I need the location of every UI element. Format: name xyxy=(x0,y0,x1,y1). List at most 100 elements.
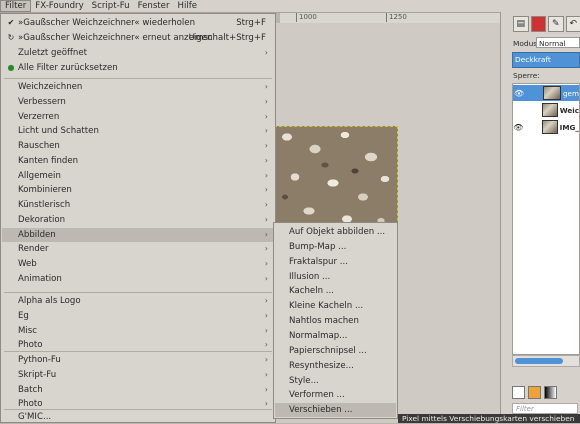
new-layer-icon[interactable] xyxy=(512,386,525,399)
chevron-right-icon: › xyxy=(265,272,268,286)
submenu-item-bump-map[interactable]: Bump-Map ... xyxy=(275,240,396,254)
menu-item-animation[interactable]: Animation› xyxy=(2,272,274,286)
chevron-right-icon: › xyxy=(265,80,268,94)
menu-item-künstlerisch[interactable]: Künstlerisch› xyxy=(2,198,274,212)
chevron-right-icon: › xyxy=(265,110,268,124)
submenu-item-style[interactable]: Style... xyxy=(275,374,396,388)
dock-icon-row xyxy=(512,386,557,399)
layer-thumbnail xyxy=(542,103,558,117)
submenu-item-resynthesize[interactable]: Resynthesize... xyxy=(275,359,396,373)
paths-tab-icon[interactable]: ✎ xyxy=(548,16,564,32)
submenu-item-kleine-kacheln[interactable]: Kleine Kacheln ... xyxy=(275,299,396,313)
chevron-right-icon: › xyxy=(265,368,268,382)
menu-item-verzerren[interactable]: Verzerren› xyxy=(2,110,274,124)
menu-item-rauschen[interactable]: Rauschen› xyxy=(2,139,274,153)
submenu-item-fraktalspur[interactable]: Fraktalspur ... xyxy=(275,255,396,269)
chevron-right-icon: › xyxy=(265,309,268,323)
chevron-right-icon: › xyxy=(265,257,268,271)
filter-menu: ✔ »Gaußscher Weichzeichner« wiederholen … xyxy=(0,13,276,423)
abbilden-submenu: Auf Objekt abbilden ...Bump-Map ...Frakt… xyxy=(273,222,398,419)
chevron-right-icon: › xyxy=(265,228,268,242)
menu-separator xyxy=(4,78,272,79)
menubar: Filter FX-Foundry Script-Fu Fenster Hilf… xyxy=(0,0,580,13)
chevron-right-icon: › xyxy=(265,124,268,138)
chevron-right-icon: › xyxy=(265,46,268,60)
chevron-right-icon: › xyxy=(265,139,268,153)
menu-item-batch[interactable]: Batch› xyxy=(2,383,274,397)
filter-input[interactable]: Filter xyxy=(512,403,578,414)
chevron-right-icon: › xyxy=(265,198,268,212)
submenu-item-kacheln[interactable]: Kacheln ... xyxy=(275,284,396,298)
layer-name: IMG_ xyxy=(560,123,579,132)
menu-item-skript-fu[interactable]: Skript-Fu› xyxy=(2,368,274,382)
layer-row[interactable]: 👁 gem xyxy=(513,85,579,101)
gradient-icon[interactable] xyxy=(544,386,557,399)
eye-icon[interactable]: 👁 xyxy=(513,89,525,98)
channels-tab-icon[interactable] xyxy=(531,16,547,32)
menu-item-misc[interactable]: Misc› xyxy=(2,324,274,338)
layer-row[interactable]: 👁 IMG_ xyxy=(513,119,579,135)
eye-icon[interactable]: 👁 xyxy=(513,123,524,132)
menu-item-kanten-finden[interactable]: Kanten finden› xyxy=(2,154,274,168)
layer-thumbnail xyxy=(543,86,561,100)
chevron-right-icon: › xyxy=(265,242,268,256)
submenu-item-auf-objekt-abbilden[interactable]: Auf Objekt abbilden ... xyxy=(275,225,396,239)
image-layer-preview[interactable] xyxy=(274,126,398,231)
scroll-thumb[interactable] xyxy=(515,358,563,364)
menu-script-fu[interactable]: Script-Fu xyxy=(88,0,134,12)
menu-item-alpha-als-logo[interactable]: Alpha als Logo› xyxy=(2,294,274,308)
layers-list[interactable]: 👁 gem Weic 👁 IMG_ xyxy=(512,83,580,355)
opacity-slider[interactable]: Deckkraft xyxy=(512,52,580,68)
menu-reshow-filter[interactable]: ↻ »Gaußscher Weichzeichner« erneut anzei… xyxy=(2,31,274,45)
layers-scrollbar[interactable] xyxy=(512,355,580,367)
menu-fx-foundry[interactable]: FX-Foundry xyxy=(31,0,87,12)
layer-name: gem xyxy=(563,89,579,98)
menu-item-render[interactable]: Render› xyxy=(2,242,274,256)
submenu-item-illusion[interactable]: Illusion ... xyxy=(275,270,396,284)
color-swatch-icon[interactable] xyxy=(528,386,541,399)
reshow-icon: ↻ xyxy=(6,31,16,45)
menu-repeat-filter[interactable]: ✔ »Gaußscher Weichzeichner« wiederholen … xyxy=(2,16,274,30)
menu-fenster[interactable]: Fenster xyxy=(134,0,174,12)
menu-separator xyxy=(4,292,272,293)
layer-name: Weic xyxy=(560,106,579,115)
chevron-right-icon: › xyxy=(265,183,268,197)
chevron-right-icon: › xyxy=(265,294,268,308)
reset-icon: ● xyxy=(6,61,16,75)
submenu-item-verschieben[interactable]: Verschieben ... xyxy=(275,403,396,417)
chevron-right-icon: › xyxy=(265,353,268,367)
ruler-tick: 1000 xyxy=(296,13,317,22)
lock-label: Sperre: xyxy=(513,71,540,80)
menu-item-kombinieren[interactable]: Kombinieren› xyxy=(2,183,274,197)
menu-item-verbessern[interactable]: Verbessern› xyxy=(2,95,274,109)
undo-tab-icon[interactable]: ↶ xyxy=(566,16,580,32)
chevron-right-icon: › xyxy=(265,95,268,109)
mode-select[interactable]: Normal xyxy=(536,37,580,48)
chevron-right-icon: › xyxy=(265,213,268,227)
menu-item-licht-und-schatten[interactable]: Licht und Schatten› xyxy=(2,124,274,138)
menu-item-web[interactable]: Web› xyxy=(2,257,274,271)
menu-hilfe[interactable]: Hilfe xyxy=(174,0,202,12)
menu-item-weichzeichnen[interactable]: Weichzeichnen› xyxy=(2,80,274,94)
menu-item-eg[interactable]: Eg› xyxy=(2,309,274,323)
menu-separator xyxy=(4,351,272,352)
chevron-right-icon: › xyxy=(265,324,268,338)
submenu-item-nahtlos-machen[interactable]: Nahtlos machen xyxy=(275,314,396,328)
layer-row[interactable]: Weic xyxy=(513,102,579,118)
menu-item-dekoration[interactable]: Dekoration› xyxy=(2,213,274,227)
dock-tabs: ▤ ✎ ↶ xyxy=(501,12,580,34)
menu-item-allgemein[interactable]: Allgemein› xyxy=(2,169,274,183)
chevron-right-icon: › xyxy=(265,383,268,397)
menu-item-python-fu[interactable]: Python-Fu› xyxy=(2,353,274,367)
layers-tab-icon[interactable]: ▤ xyxy=(513,16,529,32)
layer-thumbnail xyxy=(542,120,558,134)
menu-item-abbilden[interactable]: Abbilden› xyxy=(2,228,274,242)
submenu-item-verformen[interactable]: Verformen ... xyxy=(275,388,396,402)
menu-recent[interactable]: Zuletzt geöffnet › xyxy=(2,46,274,60)
ruler-tick: 1250 xyxy=(386,13,407,22)
submenu-item-papierschnipsel[interactable]: Papierschnipsel ... xyxy=(275,344,396,358)
menu-reset-filters[interactable]: ● Alle Filter zurücksetzen xyxy=(2,61,274,75)
menu-gmic[interactable]: G'MIC... xyxy=(2,410,274,424)
submenu-item-normalmap[interactable]: Normalmap... xyxy=(275,329,396,343)
menu-filter[interactable]: Filter xyxy=(0,0,31,12)
